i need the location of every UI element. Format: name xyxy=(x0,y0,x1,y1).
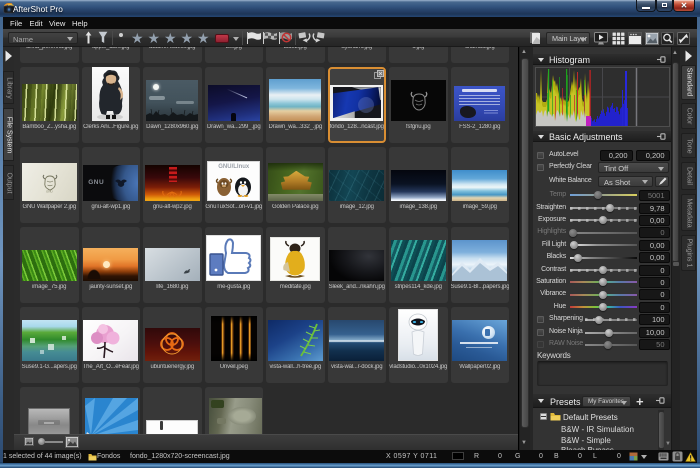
svg-text:GNU: GNU xyxy=(46,189,53,193)
